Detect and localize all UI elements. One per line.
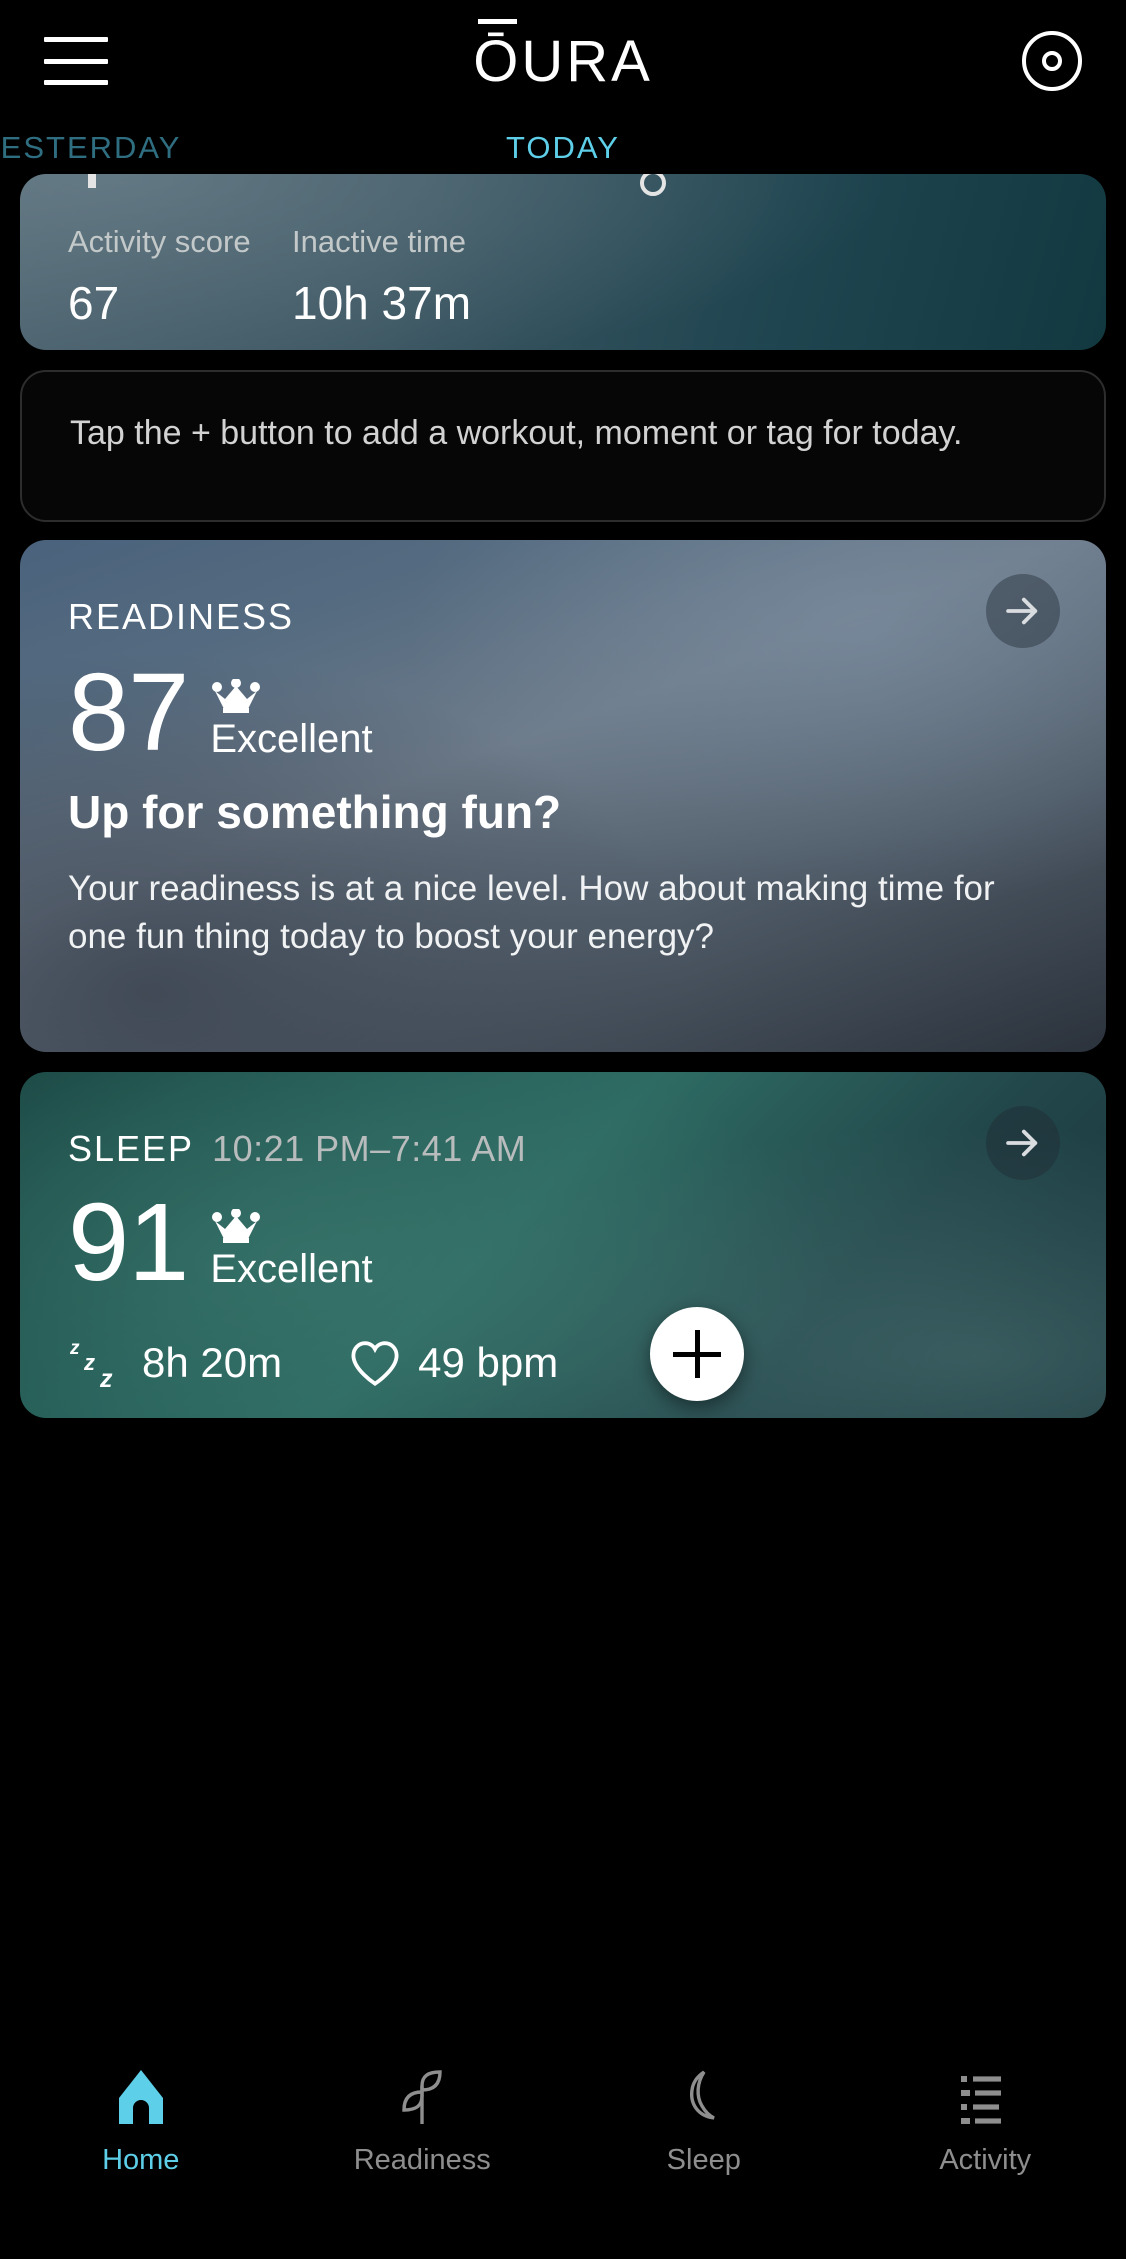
sleep-score-row: 91 Excellent	[68, 1192, 373, 1293]
nav-label-sleep: Sleep	[667, 2144, 741, 2177]
nav-item-readiness[interactable]: Readiness	[282, 2066, 564, 2177]
home-icon	[109, 2066, 173, 2130]
nav-label-readiness: Readiness	[354, 2144, 491, 2177]
readiness-body: Your readiness is at a nice level. How a…	[68, 865, 1050, 962]
list-icon	[953, 2066, 1017, 2130]
resting-hr-metric: 49 bpm	[348, 1338, 558, 1388]
svg-text:z: z	[99, 1365, 113, 1392]
readiness-score-row: 87 Excellent	[68, 662, 373, 763]
crown-icon	[210, 1209, 262, 1247]
sleep-arrow-right-icon[interactable]	[986, 1106, 1060, 1180]
sleep-metrics: z z z 8h 20m 49 bpm	[68, 1334, 558, 1392]
activity-score-value: 67	[68, 276, 292, 330]
plus-icon-vertical	[695, 1330, 700, 1378]
nav-item-home[interactable]: Home	[0, 2066, 282, 2177]
sleep-kicker: SLEEP 10:21 PM–7:41 AM	[68, 1128, 526, 1170]
leaf-icon	[390, 2066, 454, 2130]
nav-label-activity: Activity	[939, 2144, 1031, 2177]
brand-rest: URA	[521, 29, 652, 94]
app-title: ŌURA	[0, 28, 1126, 95]
sleep-title: SLEEP	[68, 1128, 194, 1170]
inactive-time-value: 10h 37m	[292, 276, 471, 330]
svg-text:z: z	[83, 1350, 95, 1375]
readiness-score-meta: Excellent	[210, 679, 372, 759]
readiness-score-label: Excellent	[210, 719, 372, 759]
readiness-arrow-right-icon[interactable]	[986, 574, 1060, 648]
readiness-headline: Up for something fun?	[68, 785, 561, 839]
crown-icon	[210, 679, 262, 717]
tip-card[interactable]: Tap the + button to add a workout, momen…	[20, 370, 1106, 522]
nav-item-activity[interactable]: Activity	[845, 2066, 1126, 2177]
sleep-duration-metric: z z z 8h 20m	[68, 1334, 282, 1392]
sleep-card[interactable]: SLEEP 10:21 PM–7:41 AM 91 Excellent z	[20, 1072, 1106, 1418]
readiness-title: READINESS	[68, 596, 294, 638]
tab-today[interactable]: TODAY	[0, 130, 1126, 166]
readiness-kicker: READINESS	[68, 596, 294, 638]
sleep-time-range: 10:21 PM–7:41 AM	[212, 1128, 526, 1170]
activity-metrics: Activity score 67 Inactive time 10h 37m	[68, 224, 471, 330]
sleep-duration-value: 8h 20m	[142, 1339, 282, 1387]
sleep-score-meta: Excellent	[210, 1209, 372, 1289]
zzz-icon: z z z	[68, 1334, 126, 1392]
bottom-navigation: Home Readiness Sleep	[0, 2038, 1126, 2259]
tip-text: Tap the + button to add a workout, momen…	[70, 412, 1048, 455]
brand-o-letter: Ō	[473, 28, 521, 95]
activity-progress-marker	[88, 174, 96, 188]
readiness-score: 87	[68, 662, 188, 763]
activity-progress-dot	[640, 174, 666, 196]
activity-metric: Inactive time 10h 37m	[292, 224, 471, 330]
oura-ring-icon[interactable]	[1022, 31, 1082, 91]
sleep-score-label: Excellent	[210, 1249, 372, 1289]
moon-icon	[672, 2066, 736, 2130]
activity-card[interactable]: Activity score 67 Inactive time 10h 37m	[20, 174, 1106, 350]
sleep-score: 91	[68, 1192, 188, 1293]
activity-score-label: Activity score	[68, 224, 292, 260]
heart-icon	[348, 1338, 402, 1388]
inactive-time-label: Inactive time	[292, 224, 471, 260]
add-button[interactable]	[650, 1307, 744, 1401]
svg-text:z: z	[69, 1338, 80, 1359]
readiness-card[interactable]: READINESS 87 Excellent Up for something …	[20, 540, 1106, 1052]
resting-hr-value: 49 bpm	[418, 1339, 558, 1387]
activity-metric: Activity score 67	[68, 224, 292, 330]
nav-item-sleep[interactable]: Sleep	[563, 2066, 845, 2177]
nav-label-home: Home	[102, 2144, 179, 2177]
top-app-bar: ŌURA	[0, 0, 1126, 122]
app-screen: ŌURA YESTERDAY TODAY Activity score 67 I…	[0, 0, 1126, 2259]
